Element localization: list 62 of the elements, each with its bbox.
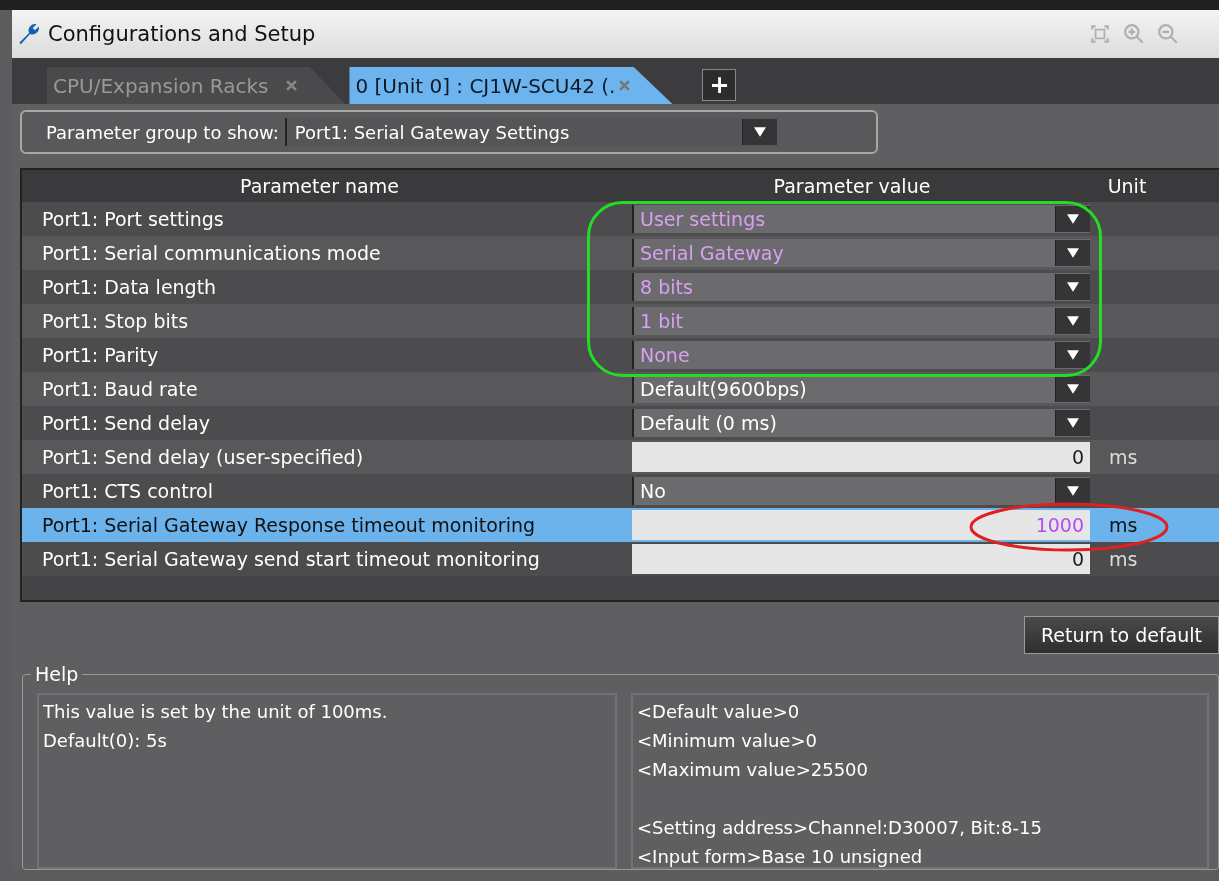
table-row[interactable]: Port1: Send delay Default (0 ms) xyxy=(22,406,1219,440)
parameter-name: Port1: Serial communications mode xyxy=(41,242,382,264)
table-row[interactable]: Port1: Serial Gateway Response timeout monitoring 1000 ms xyxy=(22,508,1219,542)
table-row[interactable]: Port1: Stop bits 1 bit xyxy=(22,304,1219,338)
value-field[interactable]: 0 xyxy=(632,442,1090,472)
column-header[interactable]: Unit xyxy=(1087,175,1167,197)
column-header[interactable]: Parameter value xyxy=(617,175,1087,197)
parameter-name: Port1: Port settings xyxy=(41,208,225,230)
unit-label: ms xyxy=(1108,514,1138,536)
parameter-name: Port1: Send delay (user-specified) xyxy=(41,446,365,468)
dropdown-arrow-icon xyxy=(1067,316,1079,326)
help-text: <Maximum value>25500 xyxy=(637,758,869,782)
parameter-name: Port1: Send delay xyxy=(41,412,211,434)
table-row[interactable]: Port1: Serial communications mode Serial Gateway xyxy=(22,236,1219,270)
dropdown-arrow-icon xyxy=(1067,248,1079,258)
add-tab-button[interactable]: + xyxy=(702,69,737,101)
dropdown-arrow-icon xyxy=(1067,486,1079,496)
close-icon[interactable] xyxy=(619,80,631,91)
dropdown-arrow-icon xyxy=(1067,214,1079,224)
value-dropdown[interactable]: Default (0 ms) xyxy=(632,409,1090,437)
table-row[interactable]: Port1: Port settings User settings xyxy=(22,202,1219,236)
help-text: <Minimum value>0 xyxy=(637,729,818,753)
value-dropdown[interactable]: No xyxy=(632,477,1090,505)
help-text: Default(0): 5s xyxy=(43,729,168,753)
table-row[interactable]: Port1: CTS control No xyxy=(22,474,1219,508)
wrench-icon xyxy=(16,21,42,47)
parameter-group-dropdown[interactable]: Port1: Serial Gateway Settings xyxy=(284,118,777,146)
help-text: <Default value>0 xyxy=(637,700,801,724)
window-title: Configurations and Setup xyxy=(48,22,316,46)
parameter-name: Port1: Stop bits xyxy=(41,310,190,332)
fit-icon[interactable] xyxy=(1089,23,1111,45)
dropdown-arrow-icon xyxy=(1067,350,1079,360)
parameter-name: Port1: Baud rate xyxy=(41,378,199,400)
table-row[interactable]: Port1: Send delay (user-specified) 0 ms xyxy=(22,440,1219,474)
table-row[interactable]: Port1: Baud rate Default(9600bps) xyxy=(22,372,1219,406)
help-text: <Input form>Base 10 unsigned xyxy=(637,845,924,869)
parameter-group-label: Parameter group to show: xyxy=(46,121,279,143)
parameter-name: Port1: Data length xyxy=(41,276,218,298)
parameter-name: Port1: Serial Gateway send start timeout monitoring xyxy=(41,548,541,570)
table-row[interactable]: Port1: Data length 8 bits xyxy=(22,270,1219,304)
parameter-name: Port1: Parity xyxy=(41,344,160,366)
unit-label: ms xyxy=(1108,446,1138,468)
help-text: <Setting address>Channel:D30007, Bit:8-15 xyxy=(637,816,1043,840)
zoom-in-icon[interactable] xyxy=(1123,23,1145,45)
zoom-out-icon[interactable] xyxy=(1157,23,1179,45)
table-row[interactable]: Port1: Parity None xyxy=(22,338,1219,372)
value-dropdown[interactable]: Default(9600bps) xyxy=(632,375,1090,403)
column-header[interactable]: Parameter name xyxy=(22,175,617,197)
return-to-default-button[interactable]: Return to default xyxy=(1023,616,1219,654)
unit-label: ms xyxy=(1108,548,1138,570)
parameter-name: Port1: CTS control xyxy=(41,480,215,502)
dropdown-arrow-icon xyxy=(1067,282,1079,292)
parameter-name: Port1: Serial Gateway Response timeout monitoring xyxy=(41,514,537,536)
dropdown-arrow-icon xyxy=(1067,384,1079,394)
value-field[interactable]: 0 xyxy=(632,544,1090,574)
dropdown-arrow-icon xyxy=(753,127,766,137)
table-row[interactable]: Port1: Serial Gateway send start timeout monitoring 0 ms xyxy=(22,542,1219,576)
help-text: This value is set by the unit of 100ms. xyxy=(43,700,389,724)
tab[interactable]: 0 [Unit 0] : CJ1W-SCU42 (. xyxy=(349,67,673,104)
dropdown-arrow-icon xyxy=(1067,418,1079,428)
help-title: Help xyxy=(31,663,83,685)
close-icon[interactable] xyxy=(286,80,298,91)
